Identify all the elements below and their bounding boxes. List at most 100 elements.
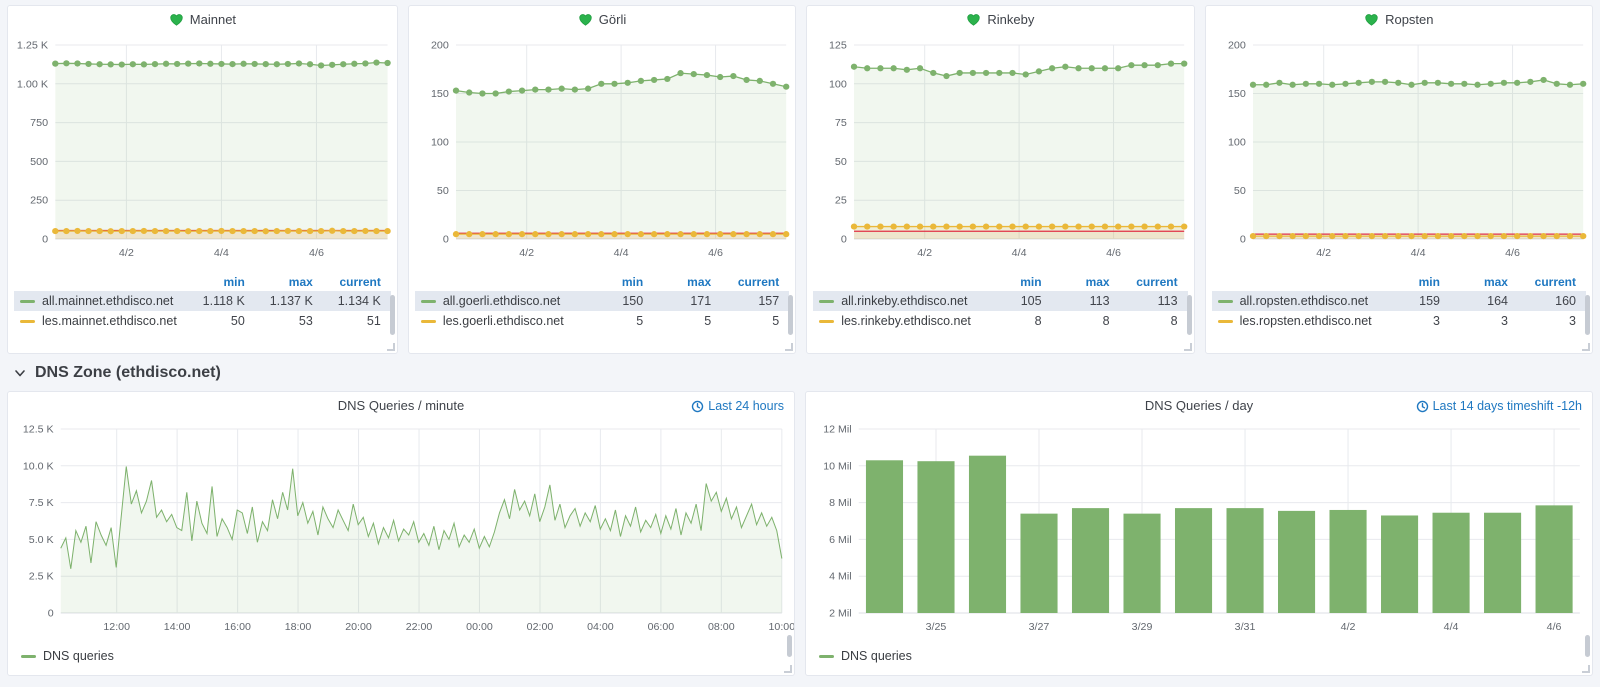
svg-text:0: 0 xyxy=(48,608,54,620)
panel-header[interactable]: Görli xyxy=(409,6,795,33)
svg-text:4/6: 4/6 xyxy=(1547,621,1562,633)
panel-title[interactable]: Ropsten xyxy=(1385,12,1433,27)
health-heart-icon xyxy=(578,12,593,27)
panel-scrollbar[interactable] xyxy=(787,635,792,657)
panel-title[interactable]: Rinkeby xyxy=(987,12,1034,27)
panel-title[interactable]: Mainnet xyxy=(190,12,236,27)
panel-title[interactable]: DNS Queries / day xyxy=(1145,398,1253,413)
svg-text:75: 75 xyxy=(835,117,847,129)
legend-current: 1.134 K xyxy=(313,294,381,308)
panel-scrollbar[interactable] xyxy=(390,295,395,335)
legend-header-min[interactable]: min xyxy=(575,275,643,289)
legend-series-name[interactable]: les.mainnet.ethdisco.net xyxy=(20,314,177,328)
goerli-chart[interactable]: 2001501005004/24/44/6 xyxy=(409,33,795,271)
legend-swatch xyxy=(1218,320,1233,323)
panel-scrollbar[interactable] xyxy=(788,295,793,335)
legend-series-name[interactable]: all.ropsten.ethdisco.net xyxy=(1218,294,1372,308)
svg-text:4/6: 4/6 xyxy=(708,247,723,259)
svg-text:1.00 K: 1.00 K xyxy=(17,78,48,90)
legend-series-name[interactable]: les.rinkeby.ethdisco.net xyxy=(819,314,973,328)
time-range-link[interactable]: Last 24 hours xyxy=(691,399,784,413)
legend-row: les.mainnet.ethdisco.net505351 xyxy=(14,311,391,331)
legend-header-min[interactable]: min xyxy=(177,275,245,289)
panel-scrollbar[interactable] xyxy=(1187,295,1192,335)
svg-text:4/2: 4/2 xyxy=(1316,247,1331,259)
svg-text:06:00: 06:00 xyxy=(648,621,675,633)
panel-header[interactable]: Mainnet xyxy=(8,6,397,33)
legend-header-current[interactable]: current xyxy=(711,275,779,289)
svg-text:4 Mil: 4 Mil xyxy=(829,571,851,583)
legend-min: 105 xyxy=(974,294,1042,308)
legend-row: all.rinkeby.ethdisco.net105113113 xyxy=(813,291,1187,311)
time-range-link[interactable]: Last 14 days timeshift -12h xyxy=(1416,399,1582,413)
panel-resize-handle[interactable] xyxy=(785,343,793,351)
legend-series-name[interactable]: all.mainnet.ethdisco.net xyxy=(20,294,177,308)
svg-text:750: 750 xyxy=(30,117,48,129)
svg-text:500: 500 xyxy=(30,156,48,168)
legend-series-name[interactable]: all.goerli.ethdisco.net xyxy=(421,294,575,308)
panel-dns-queries-day: DNS Queries / day Last 14 days timeshift… xyxy=(805,391,1593,676)
svg-text:5.0 K: 5.0 K xyxy=(29,534,54,546)
legend-max: 171 xyxy=(643,294,711,308)
legend-series-name[interactable]: all.rinkeby.ethdisco.net xyxy=(819,294,973,308)
panel-resize-handle[interactable] xyxy=(1184,343,1192,351)
legend-series-name[interactable]: les.goerli.ethdisco.net xyxy=(421,314,575,328)
svg-text:150: 150 xyxy=(1228,88,1246,100)
svg-text:16:00: 16:00 xyxy=(224,621,251,633)
panel-title[interactable]: Görli xyxy=(599,12,626,27)
legend-swatch xyxy=(21,655,36,658)
health-heart-icon xyxy=(169,12,184,27)
ropsten-chart[interactable]: 2001501005004/24/44/6 xyxy=(1206,33,1592,271)
panel-title[interactable]: DNS Queries / minute xyxy=(338,398,464,413)
legend-row: les.goerli.ethdisco.net555 xyxy=(415,311,789,331)
panel-header[interactable]: Rinkeby xyxy=(807,6,1193,33)
rinkeby-chart[interactable]: 12510075502504/24/44/6 xyxy=(807,33,1193,271)
legend-header-max[interactable]: max xyxy=(1042,275,1110,289)
panel-header[interactable]: DNS Queries / minute Last 24 hours xyxy=(8,392,794,419)
panel-scrollbar[interactable] xyxy=(1585,295,1590,335)
legend-min: 1.118 K xyxy=(177,294,245,308)
panel-header[interactable]: Ropsten xyxy=(1206,6,1592,33)
legend-current: 113 xyxy=(1110,294,1178,308)
legend-swatch xyxy=(421,300,436,303)
legend-header-min[interactable]: min xyxy=(974,275,1042,289)
legend-swatch xyxy=(819,655,834,658)
legend-header-current[interactable]: current xyxy=(313,275,381,289)
dns-queries-day-chart[interactable]: 12 Mil10 Mil8 Mil6 Mil4 Mil2 Mil3/253/27… xyxy=(806,419,1592,642)
dns-queries-minute-chart[interactable]: 12.5 K10.0 K7.5 K5.0 K2.5 K012:0014:0016… xyxy=(8,419,794,642)
legend-header-min[interactable]: min xyxy=(1372,275,1440,289)
panel-scrollbar[interactable] xyxy=(1585,635,1590,657)
section-header-dns-zone[interactable]: DNS Zone (ethdisco.net) xyxy=(0,354,1600,391)
svg-text:7.5 K: 7.5 K xyxy=(29,497,54,509)
grafana-dashboard: Mainnet1.25 K1.00 K75050025004/24/44/6mi… xyxy=(0,0,1600,676)
legend-header-current[interactable]: current xyxy=(1508,275,1576,289)
legend-header-max[interactable]: max xyxy=(245,275,313,289)
mainnet-chart[interactable]: 1.25 K1.00 K75050025004/24/44/6 xyxy=(8,33,397,271)
chart-legend[interactable]: DNS queries xyxy=(8,642,794,663)
panel-resize-handle[interactable] xyxy=(387,343,395,351)
panel-resize-handle[interactable] xyxy=(784,665,792,673)
panel-header[interactable]: DNS Queries / day Last 14 days timeshift… xyxy=(806,392,1592,419)
network-panels-row: Mainnet1.25 K1.00 K75050025004/24/44/6mi… xyxy=(0,0,1600,354)
legend-row: les.ropsten.ethdisco.net333 xyxy=(1212,311,1586,331)
panel-resize-handle[interactable] xyxy=(1582,665,1590,673)
panel-resize-handle[interactable] xyxy=(1582,343,1590,351)
svg-text:0: 0 xyxy=(1239,234,1245,246)
panel-goerli: Görli 2001501005004/24/44/6 minmaxcurrent a… xyxy=(408,5,796,354)
legend-current: 5 xyxy=(711,314,779,328)
legend-min: 159 xyxy=(1372,294,1440,308)
legend-header-max[interactable]: max xyxy=(643,275,711,289)
chart-legend[interactable]: DNS queries xyxy=(806,642,1592,663)
legend-header-current[interactable]: current xyxy=(1110,275,1178,289)
svg-text:1.25 K: 1.25 K xyxy=(17,40,48,52)
panel-mainnet: Mainnet1.25 K1.00 K75050025004/24/44/6mi… xyxy=(7,5,398,354)
legend-max: 113 xyxy=(1042,294,1110,308)
legend-max: 5 xyxy=(643,314,711,328)
legend-header-max[interactable]: max xyxy=(1440,275,1508,289)
legend-series-name[interactable]: les.ropsten.ethdisco.net xyxy=(1218,314,1372,328)
svg-text:4/4: 4/4 xyxy=(214,247,229,259)
svg-text:3/25: 3/25 xyxy=(926,621,947,633)
legend-swatch xyxy=(421,320,436,323)
legend-row: all.goerli.ethdisco.net150171157 xyxy=(415,291,789,311)
legend-current: 160 xyxy=(1508,294,1576,308)
